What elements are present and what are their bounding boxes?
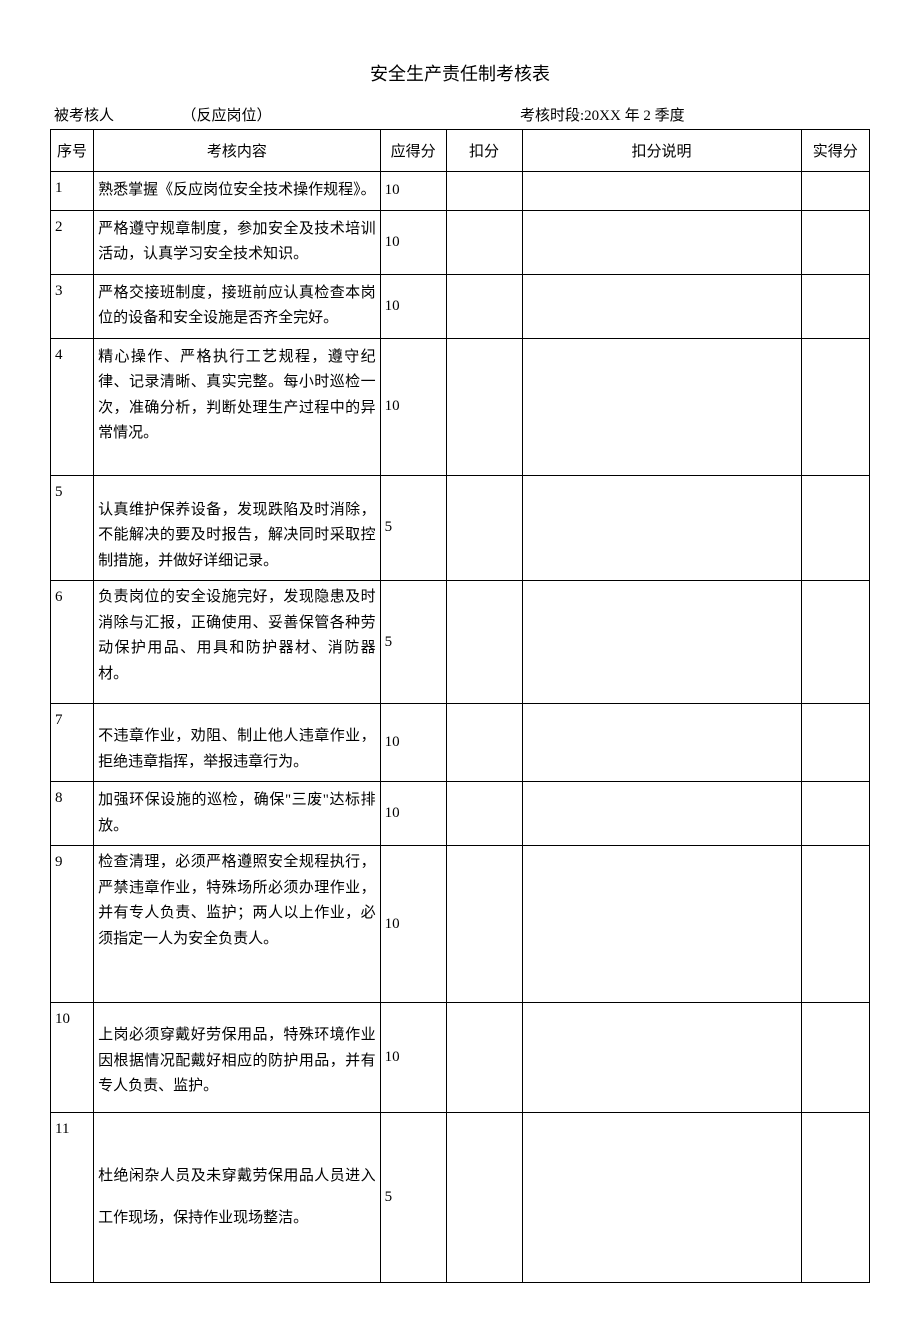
cell-deduct [446,274,522,338]
cell-reason [522,1003,801,1113]
cell-actual [801,581,870,704]
cell-content: 严格遵守规章制度，参加安全及技术培训活动，认真学习安全技术知识。 [94,210,381,274]
header-reason: 扣分说明 [522,130,801,172]
cell-score: 10 [380,704,446,782]
cell-seq: 3 [51,274,94,338]
cell-content: 加强环保设施的巡检，确保"三废"达标排放。 [94,782,381,846]
info-bar: 被考核人 （反应岗位） 考核时段:20XX 年 2 季度 [50,104,870,125]
cell-content: 熟悉掌握《反应岗位安全技术操作规程》。 [94,172,381,211]
cell-score: 10 [380,338,446,475]
cell-reason [522,475,801,581]
cell-seq: 2 [51,210,94,274]
table-row: 9 检查清理，必须严格遵照安全规程执行，严禁违章作业，特殊场所必须办理作业，并有… [51,846,870,1003]
cell-reason [522,1112,801,1282]
cell-content: 负责岗位的安全设施完好，发现隐患及时消除与汇报，正确使用、妥善保管各种劳动保护用… [94,581,381,704]
table-row: 11 杜绝闲杂人员及未穿戴劳保用品人员进入工作现场，保持作业现场整洁。 5 [51,1112,870,1282]
cell-content: 检查清理，必须严格遵照安全规程执行，严禁违章作业，特殊场所必须办理作业，并有专人… [94,846,381,1003]
cell-content: 严格交接班制度，接班前应认真检查本岗位的设备和安全设施是否齐全完好。 [94,274,381,338]
cell-score: 10 [380,210,446,274]
cell-actual [801,846,870,1003]
table-row: 1 熟悉掌握《反应岗位安全技术操作规程》。 10 [51,172,870,211]
assessment-table: 序号 考核内容 应得分 扣分 扣分说明 实得分 1 熟悉掌握《反应岗位安全技术操… [50,129,870,1283]
cell-actual [801,274,870,338]
cell-content: 不违章作业，劝阻、制止他人违章作业，拒绝违章指挥，举报违章行为。 [94,704,381,782]
cell-score: 5 [380,475,446,581]
cell-seq: 4 [51,338,94,475]
page-title: 安全生产责任制考核表 [50,60,870,86]
assessee-label: 被考核人 [54,108,114,124]
header-actual: 实得分 [801,130,870,172]
cell-actual [801,338,870,475]
header-score: 应得分 [380,130,446,172]
cell-deduct [446,338,522,475]
cell-score: 10 [380,274,446,338]
header-seq: 序号 [51,130,94,172]
cell-actual [801,172,870,211]
cell-deduct [446,846,522,1003]
cell-actual [801,1112,870,1282]
cell-actual [801,210,870,274]
cell-score: 10 [380,782,446,846]
period-value: 20XX 年 2 季度 [584,108,684,124]
cell-reason [522,581,801,704]
header-content: 考核内容 [94,130,381,172]
post-label: （反应岗位） [182,108,272,124]
cell-seq: 11 [51,1112,94,1282]
cell-score: 10 [380,172,446,211]
cell-seq: 6 [51,581,94,704]
cell-deduct [446,210,522,274]
cell-deduct [446,1003,522,1113]
cell-actual [801,475,870,581]
cell-score: 5 [380,581,446,704]
cell-reason [522,704,801,782]
cell-deduct [446,1112,522,1282]
table-row: 5 认真维护保养设备，发现跌陷及时消除，不能解决的要及时报告，解决同时采取控制措… [51,475,870,581]
cell-deduct [446,475,522,581]
cell-seq: 8 [51,782,94,846]
info-left: 被考核人 （反应岗位） [54,104,400,125]
cell-content: 精心操作、严格执行工艺规程，遵守纪律、记录清晰、真实完整。每小时巡检一次，准确分… [94,338,381,475]
cell-reason [522,782,801,846]
cell-seq: 9 [51,846,94,1003]
cell-seq: 1 [51,172,94,211]
table-row: 3 严格交接班制度，接班前应认真检查本岗位的设备和安全设施是否齐全完好。 10 [51,274,870,338]
cell-seq: 7 [51,704,94,782]
table-row: 2 严格遵守规章制度，参加安全及技术培训活动，认真学习安全技术知识。 10 [51,210,870,274]
table-row: 10 上岗必须穿戴好劳保用品，特殊环境作业因根据情况配戴好相应的防护用品，并有专… [51,1003,870,1113]
cell-reason [522,338,801,475]
cell-reason [522,274,801,338]
cell-deduct [446,172,522,211]
cell-score: 10 [380,846,446,1003]
cell-reason [522,846,801,1003]
period-label: 考核时段: [520,108,584,124]
cell-actual [801,782,870,846]
header-deduct: 扣分 [446,130,522,172]
cell-content: 上岗必须穿戴好劳保用品，特殊环境作业因根据情况配戴好相应的防护用品，并有专人负责… [94,1003,381,1113]
cell-content: 杜绝闲杂人员及未穿戴劳保用品人员进入工作现场，保持作业现场整洁。 [94,1112,381,1282]
cell-deduct [446,782,522,846]
info-right: 考核时段:20XX 年 2 季度 [400,104,866,125]
cell-seq: 10 [51,1003,94,1113]
cell-seq: 5 [51,475,94,581]
cell-deduct [446,581,522,704]
cell-reason [522,210,801,274]
table-row: 6 负责岗位的安全设施完好，发现隐患及时消除与汇报，正确使用、妥善保管各种劳动保… [51,581,870,704]
cell-content: 认真维护保养设备，发现跌陷及时消除，不能解决的要及时报告，解决同时采取控制措施，… [94,475,381,581]
table-row: 7 不违章作业，劝阻、制止他人违章作业，拒绝违章指挥，举报违章行为。 10 [51,704,870,782]
cell-reason [522,172,801,211]
table-row: 8 加强环保设施的巡检，确保"三废"达标排放。 10 [51,782,870,846]
cell-actual [801,1003,870,1113]
cell-score: 5 [380,1112,446,1282]
cell-deduct [446,704,522,782]
cell-score: 10 [380,1003,446,1113]
table-row: 4 精心操作、严格执行工艺规程，遵守纪律、记录清晰、真实完整。每小时巡检一次，准… [51,338,870,475]
cell-actual [801,704,870,782]
table-header-row: 序号 考核内容 应得分 扣分 扣分说明 实得分 [51,130,870,172]
